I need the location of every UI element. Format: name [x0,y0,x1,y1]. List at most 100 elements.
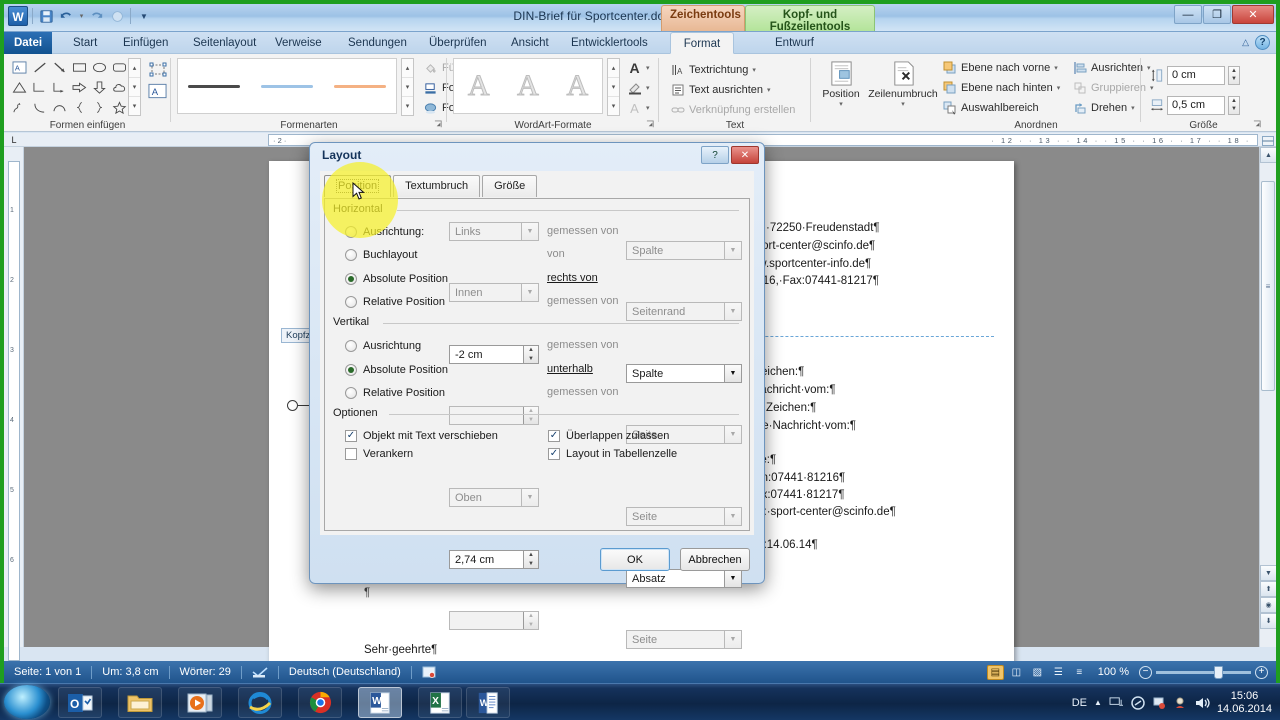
view-web-layout[interactable]: ▧ [1029,665,1046,680]
stepper-h-relative-position[interactable]: ▲▼ [523,407,538,424]
shape-connector-arrow-icon[interactable] [50,78,69,97]
ebene-nach-vorne-button[interactable]: Ebene nach vorne ▾ [939,58,1063,78]
combo-h-buchlayout-value[interactable]: Innen ▼ [449,283,539,302]
taskbar-outlook[interactable]: O [58,687,102,718]
tray-show-hidden-icon[interactable]: ▲ [1094,698,1102,707]
chevron-down-icon[interactable]: ▾ [646,84,650,92]
close-button[interactable]: ✕ [1232,5,1274,24]
h-row-buchlayout-radio[interactable]: Buchlayout [345,244,417,266]
shape-line-icon[interactable] [30,58,49,77]
checkbox-ueberlappen-zulassen[interactable]: ✓ [548,430,560,442]
input-v-relative-position[interactable]: ▲▼ [449,611,539,630]
tray-network-icon[interactable] [1109,696,1124,709]
v-row-absolute-radio[interactable]: Absolute Position [345,359,448,381]
input-h-absolute-position[interactable]: -2 cm ▲▼ [449,345,539,364]
combo-v-ausrichtung-ref[interactable]: Seite ▼ [626,507,742,526]
width-up-icon[interactable]: ▲ [1229,97,1239,106]
zoom-in-button[interactable]: + [1255,666,1268,679]
shape-height-stepper[interactable]: ▲▼ [1228,66,1240,85]
tray-clock[interactable]: 15:06 14.06.2014 [1217,690,1272,716]
input-v-absolute-position[interactable]: 2,74 cm ▲▼ [449,550,539,569]
v-rel-up-icon[interactable]: ▲ [524,612,538,621]
h-rel-down-icon[interactable]: ▼ [524,416,538,425]
status-language[interactable]: Deutsch (Deutschland) [279,666,411,678]
width-down-icon[interactable]: ▼ [1229,105,1239,114]
v-row-relative-radio[interactable]: Relative Position [345,382,445,404]
wordart-style-1[interactable]: A [468,69,490,103]
tray-antivirus-icon[interactable] [1131,696,1145,710]
spellcheck-icon[interactable] [242,666,278,679]
chevron-down-icon[interactable]: ▾ [1131,104,1135,112]
h-row-absolute-radio[interactable]: Absolute Position [345,268,448,290]
chevron-down-icon[interactable]: ▾ [752,66,756,74]
taskbar-word-active[interactable]: W [358,687,402,718]
scroll-down-button[interactable]: ▼ [1260,565,1276,581]
view-print-layout[interactable]: ▤ [987,665,1004,680]
shape-right-arrow-icon[interactable] [70,78,89,97]
textrichtung-button[interactable]: A Textrichtung ▾ [667,60,798,80]
split-window-icon[interactable] [1260,135,1275,147]
chevron-down-icon[interactable]: ▾ [901,100,905,108]
wordart-fill-button[interactable]: A ▾ [627,58,650,78]
zoom-slider-thumb[interactable] [1214,666,1223,679]
taskbar-chrome[interactable] [298,687,342,718]
radio-v-absolute-position[interactable] [345,364,357,376]
tab-sendungen[interactable]: Sendungen [339,32,416,54]
tab-datei[interactable]: Datei [4,32,52,54]
combo-v-ausrichtung-value[interactable]: Oben ▼ [449,488,539,507]
chevron-down-icon[interactable]: ▼ [724,631,741,648]
view-fullscreen-reading[interactable]: ◫ [1008,665,1025,680]
tab-seitenlayout[interactable]: Seitenlayout [184,32,265,54]
edit-shape-icon[interactable] [147,60,169,80]
chevron-down-icon[interactable]: ▾ [1057,84,1061,92]
cancel-button[interactable]: Abbrechen [680,548,750,571]
chevron-down-icon[interactable]: ▾ [839,100,843,108]
v-abs-down-icon[interactable]: ▼ [524,560,538,569]
vertical-scrollbar[interactable]: ▲ ≡ ▼ ⬆ ◉ ⬇ [1259,147,1276,647]
radio-h-ausrichtung[interactable] [345,226,357,238]
shape-connector-elbow-icon[interactable] [30,78,49,97]
shape-right-brace-icon[interactable] [90,98,109,117]
shape-star-icon[interactable] [110,98,129,117]
combo-h-absolute-ref[interactable]: Spalte ▼ [626,364,742,383]
chevron-down-icon[interactable]: ▼ [724,242,741,259]
radio-v-ausrichtung[interactable] [345,340,357,352]
dialog-tab-groesse[interactable]: Größe [482,175,537,197]
chevron-down-icon[interactable]: ▼ [521,223,538,240]
chevron-down-icon[interactable]: ▾ [1054,64,1058,72]
shape-curve-icon[interactable] [30,98,49,117]
next-page-button[interactable]: ⬇ [1260,613,1276,629]
wordart-style-2[interactable]: A [517,69,539,103]
chevron-down-icon[interactable]: ▼ [724,508,741,525]
shape-cloud-icon[interactable] [110,78,129,97]
chevron-down-icon[interactable]: ▼ [724,426,741,443]
tab-start[interactable]: Start [64,32,106,54]
dialog-tab-textumbruch[interactable]: Textumbruch [393,175,480,197]
checkbox-row-layout-in-tabellenzelle[interactable]: ✓ Layout in Tabellenzelle [548,443,677,465]
shape-arc-icon[interactable] [50,98,69,117]
shapes-gallery[interactable]: A [10,58,129,117]
radio-h-relative-position[interactable] [345,296,357,308]
object-anchor-icon[interactable] [287,400,298,411]
checkbox-layout-in-tabellenzelle[interactable]: ✓ [548,448,560,460]
chevron-down-icon[interactable]: ▼ [724,570,741,587]
stepper-v-absolute-position[interactable]: ▲▼ [523,551,538,568]
styles-scroll-up-icon[interactable]: ▴ [402,59,413,78]
tab-entwicklertools[interactable]: Entwicklertools [562,32,657,54]
restore-button[interactable]: ❐ [1203,5,1231,24]
vertical-ruler[interactable]: 1 2 3 4 5 6 [4,147,24,647]
radio-h-absolute-position[interactable] [345,273,357,285]
shape-style-orange[interactable] [334,85,386,88]
insert-textbox-icon[interactable]: A [147,82,168,100]
wordart-dialog-launcher[interactable] [646,120,656,130]
shape-width-stepper[interactable]: ▲▼ [1228,96,1240,115]
h-row-relative-radio[interactable]: Relative Position [345,291,445,313]
select-browse-object-button[interactable]: ◉ [1260,597,1276,613]
tab-ansicht[interactable]: Ansicht [502,32,558,54]
chevron-down-icon[interactable]: ▼ [521,284,538,301]
wordart-style-3[interactable]: A [566,69,588,103]
ebene-nach-hinten-button[interactable]: Ebene nach hinten ▾ [939,78,1063,98]
tab-entwurf[interactable]: Entwurf [766,32,823,54]
tab-stop-selector-icon[interactable]: L [6,133,22,146]
taskbar-explorer[interactable] [118,687,162,718]
